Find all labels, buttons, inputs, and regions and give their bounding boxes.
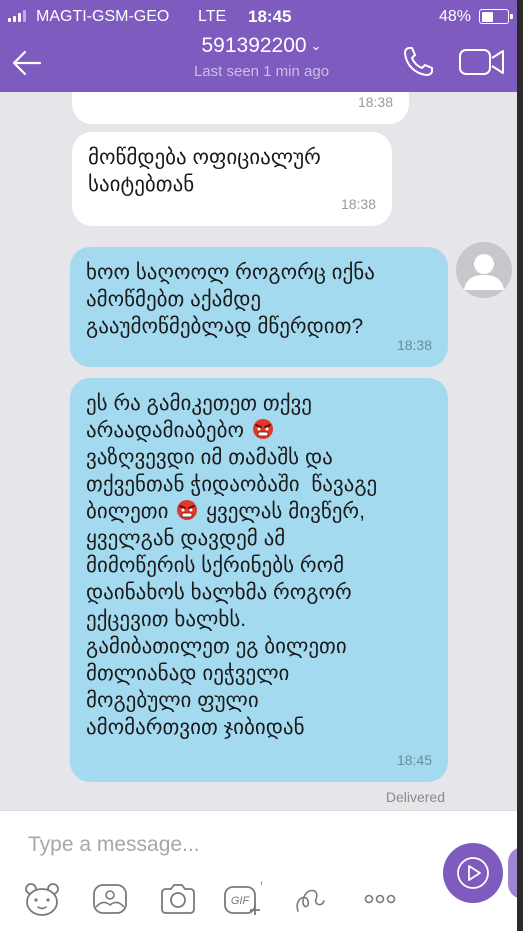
status-bar: MAGTI-GSM-GEO LTE 18:45 48% (8, 6, 515, 28)
message-time: 18:38 (396, 337, 432, 353)
message-text: ხოო საღოოლ როგორც იქნა ამოწმებთ აქამდე გ… (86, 261, 375, 338)
delivery-status: Delivered (385, 789, 445, 805)
video-camera-icon[interactable] (458, 46, 506, 78)
network-type: LTE (198, 8, 227, 25)
message-composer: GIF (0, 810, 523, 931)
message-text: ეს რა გამიკეთეთ თქვე არაადამიაბებო ვაზღვ… (86, 390, 432, 741)
battery-icon (479, 9, 513, 24)
contact-number[interactable]: 591392200 (201, 34, 306, 57)
message-bubble-incoming[interactable]: 18:38 (72, 92, 409, 124)
contact-title[interactable]: 591392200 ⌄ (0, 34, 523, 58)
message-bubble-outgoing[interactable]: ხოო საღოოლ როგორც იქნა ამოწმებთ აქამდე გ… (70, 247, 448, 367)
angry-face-emoji (252, 419, 273, 439)
battery-percent: 48% (438, 8, 471, 25)
default-avatar-icon (464, 254, 504, 290)
clock: 18:45 (248, 7, 292, 26)
phone-icon[interactable] (400, 44, 436, 80)
carrier-name: MAGTI-GSM-GEO (36, 8, 170, 25)
message-bubble-outgoing[interactable]: ეს რა გამიკეთეთ თქვე არაადამიაბებო ვაზღვ… (70, 378, 448, 782)
angry-face-emoji (177, 500, 198, 520)
message-time: 18:38 (340, 196, 376, 212)
svg-text:GIF: GIF (231, 895, 251, 907)
conversation-area[interactable]: 18:38 მოწმდება ოფიციალურ საიტებთან 18:38… (0, 92, 523, 810)
message-text-part: ყველას მივწერ, ყველგან დავდემ ამ მიმოწერ… (86, 500, 365, 739)
top-bar: MAGTI-GSM-GEO LTE 18:45 48% 591392200 ⌄ L… (0, 0, 523, 92)
camera-icon[interactable] (158, 879, 198, 919)
chevron-down-icon[interactable]: ⌄ (311, 38, 322, 53)
message-bubble-incoming[interactable]: მოწმდება ოფიციალურ საიტებთან 18:38 (72, 132, 392, 226)
message-time: 18:45 (396, 752, 432, 768)
contact-avatar[interactable] (456, 242, 512, 298)
message-text-part: ეს რა გამიკეთეთ თქვე არაადამიაბებო (86, 392, 312, 442)
message-input[interactable] (14, 827, 414, 863)
voice-message-button[interactable] (443, 843, 503, 903)
last-seen-status: Last seen 1 min ago (193, 63, 330, 80)
image-gallery-icon[interactable] (90, 879, 130, 919)
message-time: 18:38 (357, 94, 393, 110)
screen-edge (517, 0, 523, 931)
signal-strength-icon (8, 10, 26, 22)
message-text: მოწმდება ოფიციალურ საიტებთან (88, 146, 321, 196)
gif-plus-icon[interactable]: GIF (222, 879, 262, 919)
more-icon[interactable] (360, 879, 400, 919)
battery-level-fill (481, 11, 494, 22)
sticker-bear-icon[interactable] (22, 879, 62, 919)
voice-message-icon (457, 857, 489, 889)
doodle-icon[interactable] (290, 879, 330, 919)
